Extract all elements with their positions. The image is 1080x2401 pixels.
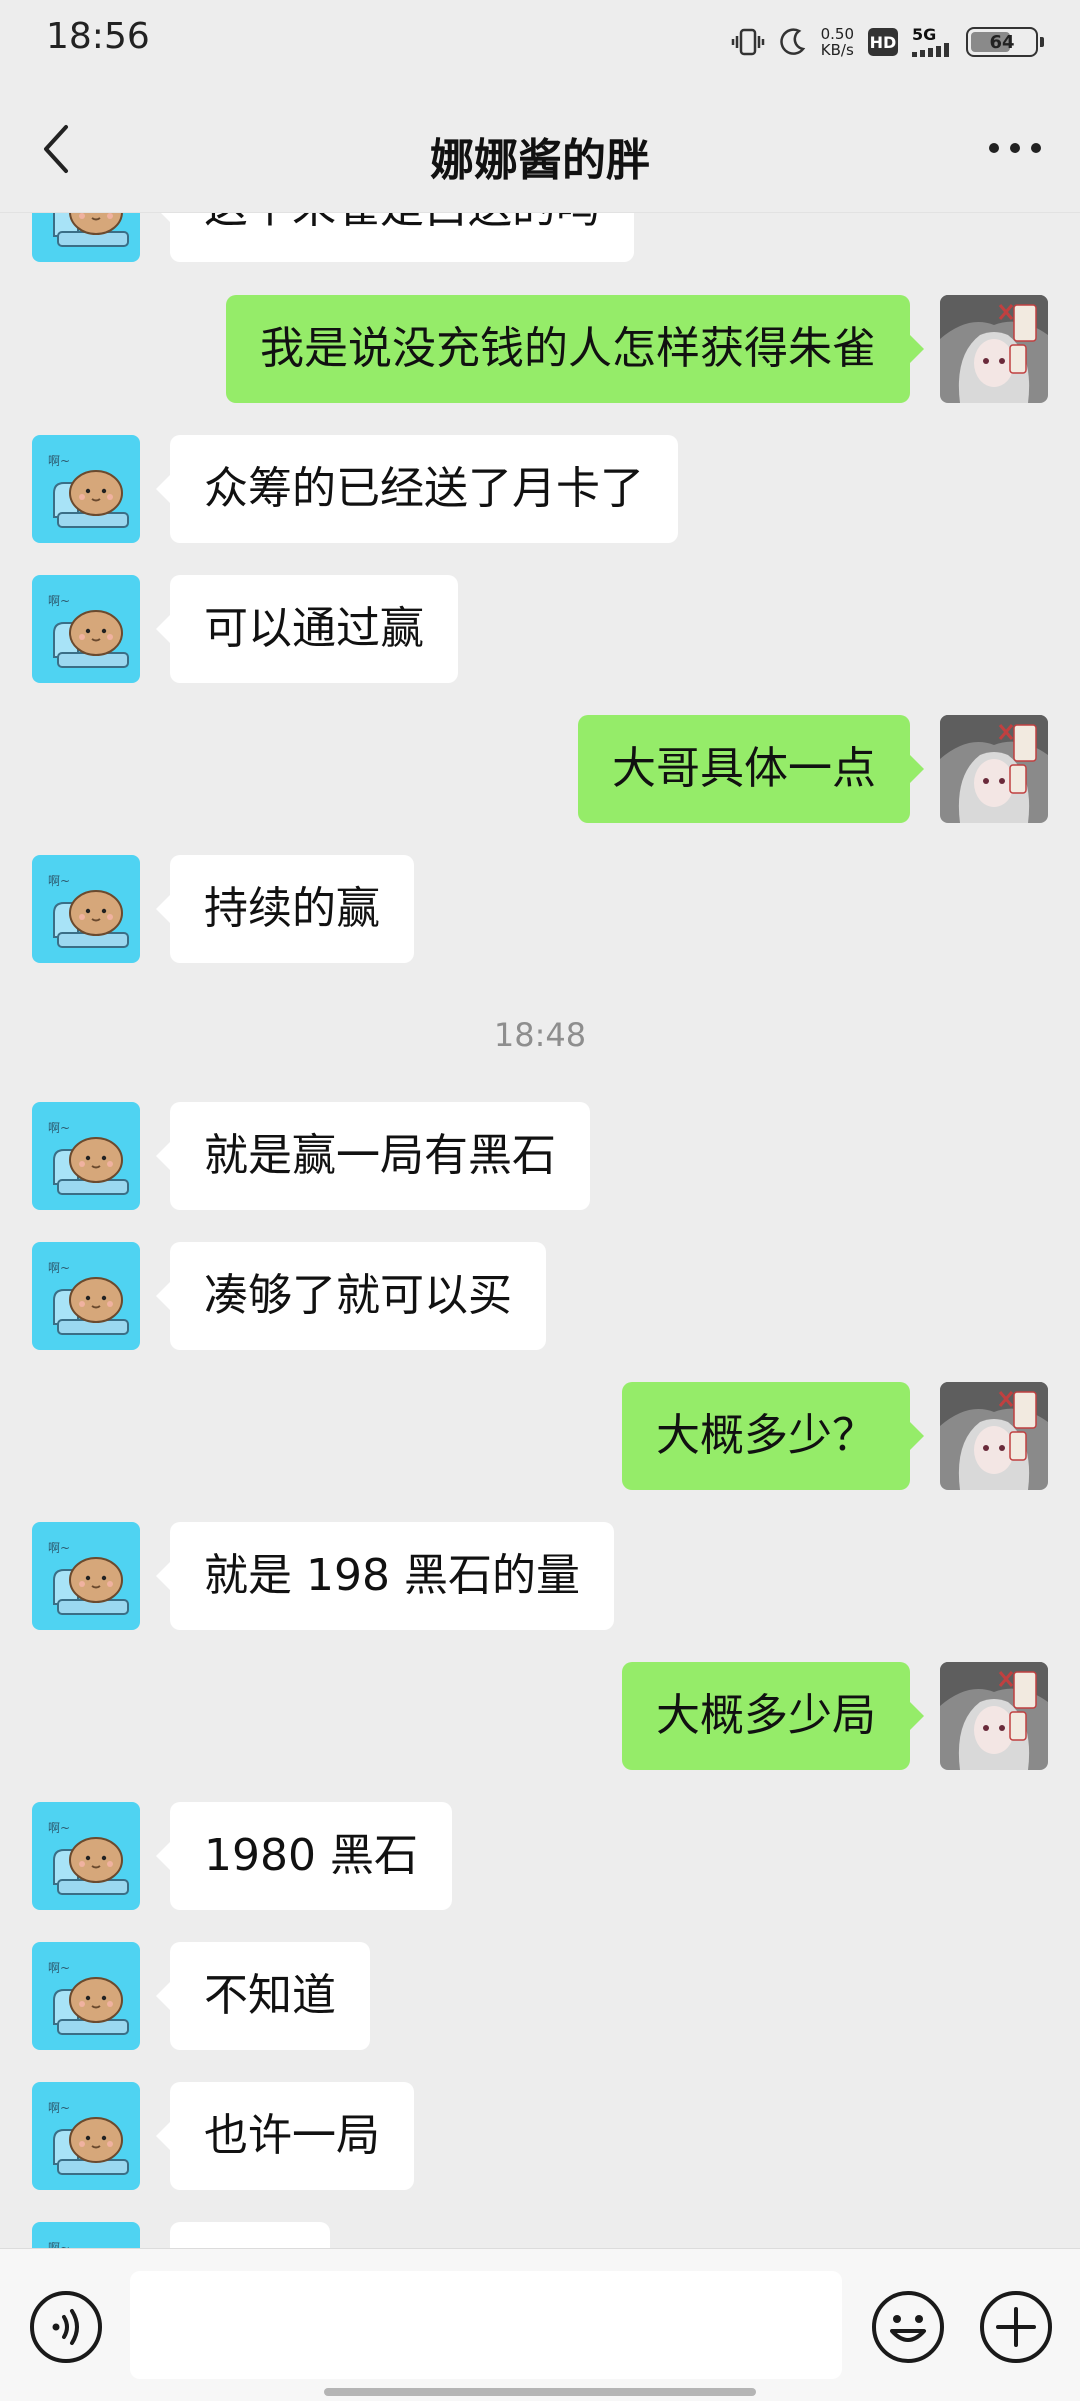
message-bubble[interactable]: 也许一局 (156, 2082, 414, 2190)
message-row: 啊~ 凑够了就可以买 (0, 1242, 1080, 1350)
contact-avatar[interactable]: 啊~ (32, 435, 140, 543)
battery-level: 64 (989, 31, 1015, 53)
signal-icon (912, 43, 952, 57)
message-bubble[interactable]: 就是赢一局有黑石 (156, 1102, 590, 1210)
message-row: 啊~ 持续的赢 (0, 855, 1080, 963)
message-bubble[interactable]: 众筹的已经送了月卡了 (156, 435, 678, 543)
chat-header: 娜娜酱的胖 (0, 84, 1080, 213)
message-row: 啊~ (0, 2222, 1080, 2250)
input-bar (0, 2248, 1080, 2401)
message-row: 大概多少？ (0, 1382, 1080, 1490)
contact-avatar[interactable]: 啊~ (32, 1522, 140, 1630)
message-bubble[interactable]: 大哥具体一点 (578, 715, 924, 823)
message-input[interactable] (130, 2271, 842, 2379)
message-bubble[interactable]: 就是 198 黑石的量 (156, 1522, 614, 1630)
battery-cap (1040, 37, 1044, 47)
my-avatar[interactable] (940, 1662, 1048, 1770)
contact-avatar[interactable]: 啊~ (32, 2082, 140, 2190)
moon-icon (779, 27, 807, 57)
message-bubble[interactable]: 可以通过赢 (156, 575, 458, 683)
message-bubble[interactable]: 持续的赢 (156, 855, 414, 963)
contact-avatar[interactable]: 啊~ (32, 1802, 140, 1910)
svg-text:啊~: 啊~ (48, 2101, 70, 2115)
status-bar: 18:56 0.50 KB/s HD 5G 64 (0, 0, 1080, 84)
voice-button[interactable] (28, 2289, 104, 2365)
timestamp: 18:48 (493, 1016, 587, 1054)
contact-avatar[interactable]: 啊~ (32, 1102, 140, 1210)
message-row: 啊~ 可以通过赢 (0, 575, 1080, 683)
message-bubble[interactable]: 不知道 (156, 1942, 370, 2050)
message-row: 啊~ 众筹的已经送了月卡了 (0, 435, 1080, 543)
message-row: 啊~ 1980 黑石 (0, 1802, 1080, 1910)
plus-icon (980, 2291, 1052, 2363)
message-bubble[interactable] (170, 2222, 330, 2250)
svg-text:啊~: 啊~ (48, 1261, 70, 1275)
svg-text:啊~: 啊~ (48, 454, 70, 468)
message-row: 大哥具体一点 (0, 715, 1080, 823)
more-dots-icon (989, 143, 1041, 153)
emoji-button[interactable] (870, 2289, 946, 2365)
network-speed-value: 0.50 (820, 25, 854, 43)
message-bubble[interactable]: 我是说没充钱的人怎样获得朱雀 (226, 295, 924, 403)
svg-text:啊~: 啊~ (48, 594, 70, 608)
vibrate-icon (731, 27, 765, 57)
my-avatar[interactable] (940, 295, 1048, 403)
plus-button[interactable] (978, 2289, 1054, 2365)
message-row: 我是说没充钱的人怎样获得朱雀 (0, 295, 1080, 403)
svg-text:啊~: 啊~ (48, 1821, 70, 1835)
message-bubble[interactable]: 大概多少？ (622, 1382, 924, 1490)
network-type-label: 5G (912, 25, 937, 44)
contact-avatar[interactable]: 啊~ (32, 575, 140, 683)
message-bubble[interactable]: 凑够了就可以买 (156, 1242, 546, 1350)
voice-icon (30, 2291, 102, 2363)
my-avatar[interactable] (940, 1382, 1048, 1490)
message-row: 大概多少局 (0, 1662, 1080, 1770)
contact-avatar[interactable]: 啊~ (32, 855, 140, 963)
contact-avatar[interactable]: 啊~ (32, 1942, 140, 2050)
more-button[interactable] (980, 128, 1050, 168)
home-indicator[interactable] (324, 2388, 756, 2396)
svg-text:啊~: 啊~ (48, 1961, 70, 1975)
contact-avatar[interactable]: 啊~ (32, 1242, 140, 1350)
chat-area[interactable]: 啊~ 这个朱雀是白送的吗 我是说没充钱的人怎样获得朱雀 啊~ 众筹的已经送了月卡… (0, 0, 1080, 2250)
status-time: 18:56 (46, 16, 150, 57)
my-avatar[interactable] (940, 715, 1048, 823)
message-row: 啊~ 就是 198 黑石的量 (0, 1522, 1080, 1630)
message-row: 啊~ 不知道 (0, 1942, 1080, 2050)
battery-icon: 64 (966, 27, 1044, 57)
message-bubble[interactable]: 大概多少局 (622, 1662, 924, 1770)
message-row: 啊~ 也许一局 (0, 2082, 1080, 2190)
network-type: 5G (912, 27, 952, 57)
contact-avatar[interactable]: 啊~ (32, 2222, 140, 2250)
message-bubble[interactable]: 1980 黑石 (156, 1802, 452, 1910)
svg-text:啊~: 啊~ (48, 1121, 70, 1135)
message-row: 啊~ 就是赢一局有黑石 (0, 1102, 1080, 1210)
svg-text:啊~: 啊~ (48, 1541, 70, 1555)
hd-badge: HD (868, 28, 898, 56)
chat-title: 娜娜酱的胖 (430, 135, 650, 186)
network-speed: 0.50 KB/s (821, 26, 854, 58)
network-speed-unit: KB/s (820, 41, 854, 59)
status-icons: 0.50 KB/s HD 5G 64 (731, 22, 1044, 62)
svg-text:啊~: 啊~ (48, 874, 70, 888)
emoji-icon (872, 2291, 944, 2363)
